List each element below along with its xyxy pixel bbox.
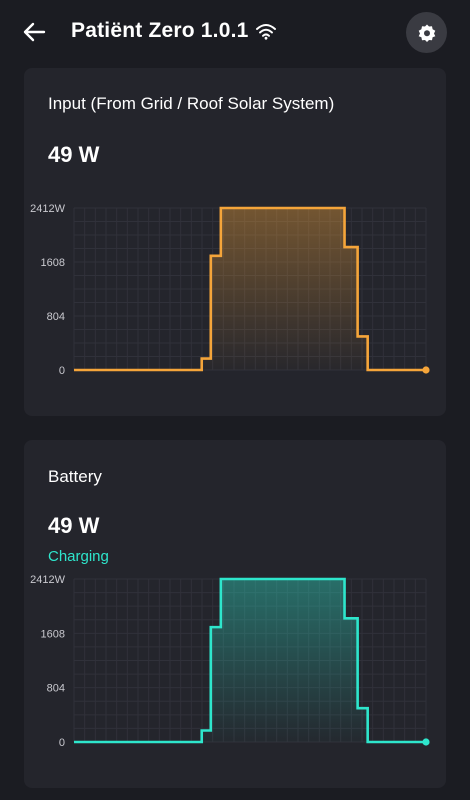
battery-power-chart: 0 804 1608 2412W bbox=[30, 574, 430, 749]
title-group: Patiënt Zero 1.0.1 bbox=[71, 19, 277, 43]
input-chart-data-point bbox=[422, 366, 430, 374]
arrow-left-icon bbox=[23, 22, 46, 42]
wifi-icon bbox=[255, 24, 276, 40]
battery-chart-ytick-label: 0 bbox=[59, 737, 65, 749]
gear-icon bbox=[418, 24, 435, 42]
settings-button[interactable] bbox=[406, 12, 447, 53]
battery-card: Battery 49 W Charging 0 804 1608 2412W bbox=[24, 440, 446, 788]
battery-chart-data-point bbox=[422, 738, 430, 746]
battery-chart-ytick-label: 2412W bbox=[30, 574, 65, 586]
input-chart-ytick-label: 1608 bbox=[41, 257, 65, 269]
battery-chart-ytick-label: 804 bbox=[47, 683, 65, 695]
input-chart-ytick-label: 2412W bbox=[30, 203, 65, 215]
input-chart-ytick-label: 804 bbox=[47, 311, 65, 323]
page-title: Patiënt Zero 1.0.1 bbox=[71, 19, 249, 42]
input-chart-ytick-label: 0 bbox=[59, 365, 65, 377]
input-power-chart: 0 804 1608 2412W bbox=[30, 203, 430, 377]
back-button[interactable] bbox=[20, 18, 48, 46]
app-header: Patiënt Zero 1.0.1 bbox=[0, 0, 470, 66]
input-card: Input (From Grid / Roof Solar System) 49… bbox=[24, 68, 446, 416]
battery-chart-ytick-label: 1608 bbox=[41, 628, 65, 640]
